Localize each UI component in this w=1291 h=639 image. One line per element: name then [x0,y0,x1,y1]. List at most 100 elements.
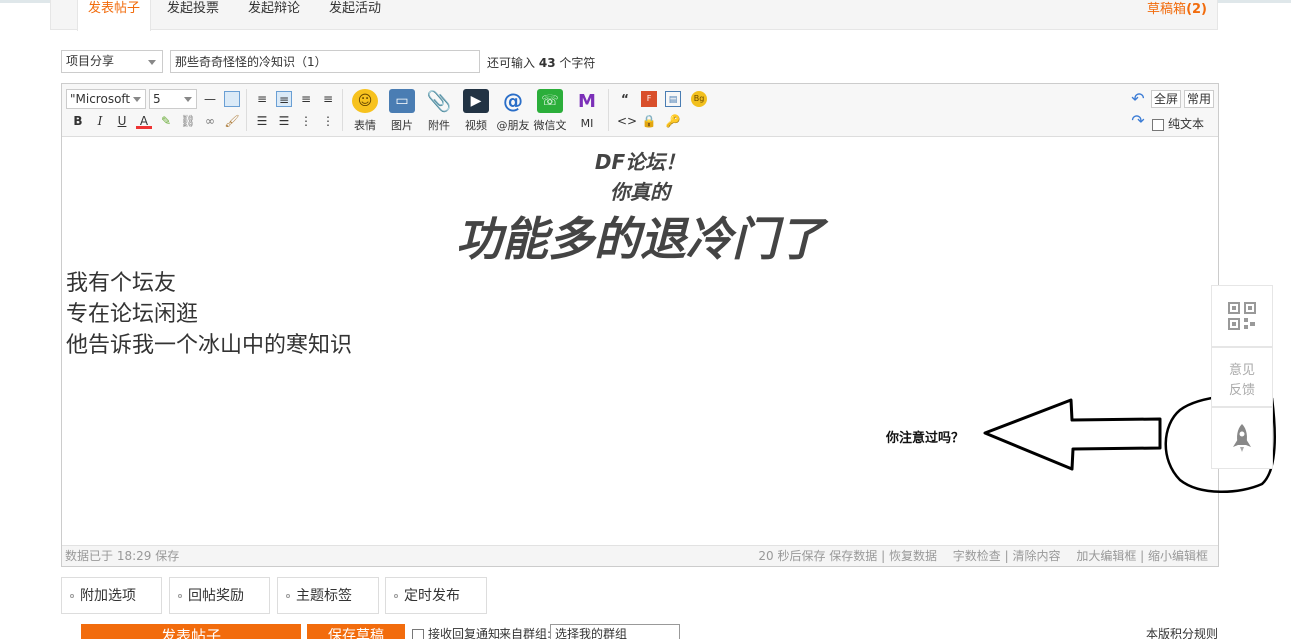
qr-code-button[interactable] [1211,285,1273,347]
bold-button[interactable]: B [70,113,86,129]
mi-label: MI [580,117,594,130]
plain-text-toggle[interactable]: 纯文本 [1152,115,1204,132]
attachment-button[interactable]: 📎 附件 [422,89,456,133]
align-left-icon[interactable]: ≡ [254,91,270,107]
category-select[interactable]: 项目分享 [61,50,163,73]
float-right-icon[interactable]: ☰ [276,113,292,129]
attachment-label: 附件 [428,119,450,132]
emoji-button[interactable]: ☺ 表情 [348,89,382,133]
ordered-list-icon[interactable]: ⋮ [298,113,314,129]
wechat-icon: ☏ [537,89,563,113]
drafts-link[interactable]: 草稿箱(2) [1147,0,1207,17]
save-draft-button[interactable]: 保存草稿 [307,624,405,639]
rocket-icon [1233,424,1251,452]
table-icon[interactable] [224,91,240,107]
chevron-down-icon [133,97,141,102]
italic-button[interactable]: I [92,113,108,129]
chevron-down-icon [148,60,156,65]
save-status: 数据已于 18:29 保存 [65,549,180,563]
toolbar-divider [342,89,343,131]
unlink-icon[interactable]: ∞ [202,113,218,129]
bullet-icon [70,594,74,598]
undo-icon[interactable]: ↶ [1130,91,1146,107]
video-label: 视频 [465,119,487,132]
notice-text: 你注意过吗？ [886,431,965,446]
option-extra[interactable]: 附加选项 [61,577,162,614]
at-icon: @ [503,89,523,113]
emoji-icon: ☺ [352,89,378,113]
chevron-down-icon [184,97,192,102]
option-scheduled[interactable]: 定时发布 [385,577,487,614]
common-button[interactable]: 常用 [1184,90,1215,108]
credit-rules-link[interactable]: 本版积分规则 [1146,625,1218,639]
feedback-label: 意见 [1228,363,1255,378]
plain-text-checkbox[interactable] [1152,118,1164,131]
image-button[interactable]: ▭ 图片 [385,89,419,133]
reply-notify-checkbox[interactable] [412,628,424,639]
background-icon[interactable]: Bg [691,91,707,107]
align-justify-icon[interactable]: ≡ [320,91,336,107]
text-color-icon[interactable]: A [136,113,152,129]
editor-content[interactable]: DF论坛！ 你真的 功能多的退冷门了 我有个坛友 专在论坛闲逛 他告诉我一个冰山… [62,138,1218,545]
underline-button[interactable]: U [114,113,130,129]
option-tags[interactable]: 主题标签 [277,577,379,614]
mi-button[interactable]: M MI [570,89,604,131]
group-select[interactable]: 选择我的群组 [550,624,680,639]
body-line: 他告诉我一个冰山中的寒知识 [66,333,353,358]
heading-line-2: 你真的 [610,180,670,204]
free-icon[interactable]: F [641,91,657,107]
chars-remaining: 还可输入 43 个字符 [487,56,596,70]
wechat-button[interactable]: ☏ 微信文 [533,89,567,133]
redo-icon[interactable]: ↷ [1130,113,1146,129]
align-center-icon[interactable]: ≡ [276,91,292,107]
align-right-icon[interactable]: ≡ [298,91,314,107]
resize-links[interactable]: 加大编辑框 | 缩小编辑框 [1076,549,1208,563]
page-icon[interactable]: ▤ [665,91,681,107]
post-type-tabs: 发表帖子 发起投票 发起辩论 发起活动 草稿箱(2) [50,0,1218,31]
code-icon[interactable]: <> [617,113,637,129]
horizontal-rule-icon[interactable]: — [202,91,218,107]
quote-icon[interactable]: “ [617,91,633,107]
toolbar-divider [608,89,609,131]
font-family-select[interactable]: "Microsoft [66,89,146,109]
tab-new-post[interactable]: 发表帖子 [77,0,152,31]
mi-icon: M [578,90,596,112]
group-label: 来自群组: [499,627,552,639]
image-label: 图片 [391,119,413,132]
autosave-links[interactable]: 20 秒后保存 保存数据 | 恢复数据 [758,549,937,563]
spellcheck-icon[interactable]: ✎ [158,113,174,129]
attachment-icon: 📎 [426,89,452,113]
wordcheck-links[interactable]: 字数检查 | 清除内容 [953,549,1061,563]
subject-input[interactable] [170,50,480,73]
feedback-label: 反馈 [1228,383,1255,398]
font-size-select[interactable]: 5 [149,89,197,109]
video-icon: ▶ [463,89,489,113]
submit-post-button[interactable]: 发表帖子 [81,624,301,639]
tab-new-debate[interactable]: 发起辩论 [248,0,300,30]
video-button[interactable]: ▶ 视频 [459,89,493,133]
image-icon: ▭ [389,89,415,113]
bullet-icon [178,594,182,598]
format-clear-icon[interactable]: 🖌 [224,113,240,129]
heading-line-1: DF论坛！ [594,150,686,174]
mention-button[interactable]: @ @朋友 [496,89,530,133]
tab-new-event[interactable]: 发起活动 [329,0,381,30]
editor-statusbar: 数据已于 18:29 保存 20 秒后保存 保存数据 | 恢复数据 字数检查 |… [62,545,1218,566]
option-reply-reward[interactable]: 回帖奖励 [169,577,270,614]
body-line: 专在论坛闲逛 [66,302,199,327]
editor-toolbar: "Microsoft 5 — B I U A ✎ ⛓ ∞ 🖌 ≡ ≡ ≡ ≡ ☰… [62,84,1218,137]
lock-icon[interactable]: 🔒 [641,113,657,129]
link-icon[interactable]: ⛓ [180,113,196,129]
unordered-list-icon[interactable]: ⋮ [320,113,336,129]
fullscreen-button[interactable]: 全屏 [1151,90,1182,108]
statusbar-actions: 20 秒后保存 保存数据 | 恢复数据 字数检查 | 清除内容 加大编辑框 | … [746,546,1208,566]
mention-label: @朋友 [496,119,530,132]
bullet-icon [394,594,398,598]
feedback-button[interactable]: 意见 反馈 [1211,347,1273,407]
back-to-top-button[interactable] [1211,407,1273,469]
float-left-icon[interactable]: ☰ [254,113,270,129]
qr-code-icon [1228,302,1256,330]
key-icon[interactable]: 🔑 [665,113,681,129]
tab-new-poll[interactable]: 发起投票 [167,0,219,30]
reply-notify-toggle[interactable]: 接收回复通知 [412,625,500,639]
